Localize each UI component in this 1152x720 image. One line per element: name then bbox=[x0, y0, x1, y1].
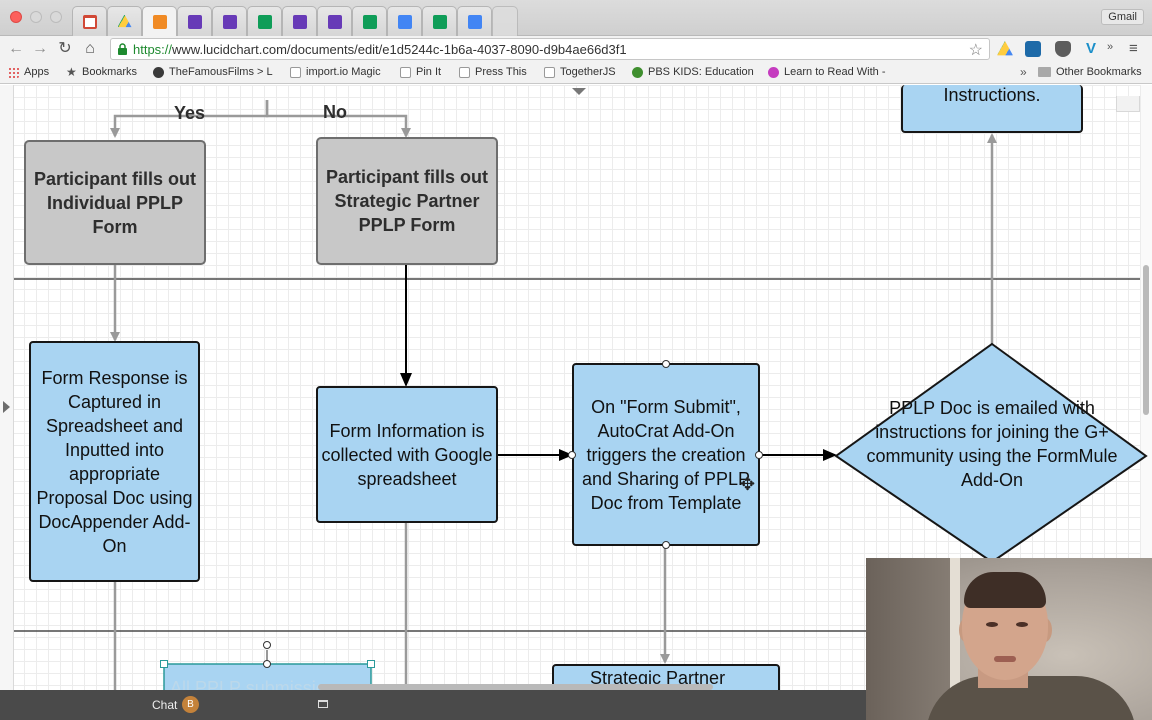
rotate-handle[interactable] bbox=[263, 641, 271, 649]
resize-handle-ne[interactable] bbox=[367, 660, 375, 668]
form-info-box[interactable]: Form Information is collected with Googl… bbox=[316, 386, 498, 523]
connection-point-right[interactable] bbox=[755, 451, 763, 459]
connection-point-top[interactable] bbox=[263, 660, 271, 668]
diamond-text: PPLP Doc is emailed with instructions fo… bbox=[866, 398, 1118, 490]
presenter-hair bbox=[964, 572, 1046, 608]
resize-handle-nw[interactable] bbox=[160, 660, 168, 668]
individual-form-text: Participant fills out Individual PPLP Fo… bbox=[33, 168, 197, 237]
individual-form-box[interactable]: Participant fills out Individual PPLP Fo… bbox=[24, 140, 206, 265]
browser-window: Gmail ← → ↻ ⌂ https://www.lucidchart.com… bbox=[0, 0, 1152, 720]
move-cursor-icon: ✥ bbox=[740, 474, 756, 494]
chat-label[interactable]: Chat bbox=[152, 698, 177, 712]
connection-point-bottom[interactable] bbox=[662, 541, 670, 549]
instructions-box[interactable]: Instructions. bbox=[901, 85, 1083, 133]
bottom-bar: Chat B bbox=[0, 690, 866, 720]
autocrat-box[interactable]: On "Form Submit", AutoCrat Add-On trigge… bbox=[572, 363, 760, 546]
connection-point-left[interactable] bbox=[568, 451, 576, 459]
label-yes: Yes bbox=[174, 103, 206, 123]
presenter-eye bbox=[986, 622, 998, 627]
presenter-mouth bbox=[994, 656, 1016, 662]
popout-window-icon[interactable] bbox=[318, 700, 328, 708]
form-info-text: Form Information is collected with Googl… bbox=[321, 420, 493, 489]
label-no: No bbox=[323, 102, 347, 122]
presenter-shirt bbox=[926, 676, 1136, 720]
webcam-overlay bbox=[866, 558, 1152, 720]
form-response-box[interactable]: Form Response is Captured in Spreadsheet… bbox=[29, 341, 200, 582]
instructions-box-text: Instructions. bbox=[943, 85, 1041, 105]
strategic-form-box[interactable]: Participant fills out Strategic Partner … bbox=[316, 137, 498, 265]
form-response-text: Form Response is Captured in Spreadsheet… bbox=[36, 367, 193, 556]
strategic-form-text: Participant fills out Strategic Partner … bbox=[325, 167, 489, 235]
autocrat-text: On "Form Submit", AutoCrat Add-On trigge… bbox=[581, 396, 751, 513]
presenter-eye bbox=[1016, 622, 1028, 627]
connection-point-top[interactable] bbox=[662, 360, 670, 368]
chat-avatar-badge[interactable]: B bbox=[182, 696, 199, 713]
